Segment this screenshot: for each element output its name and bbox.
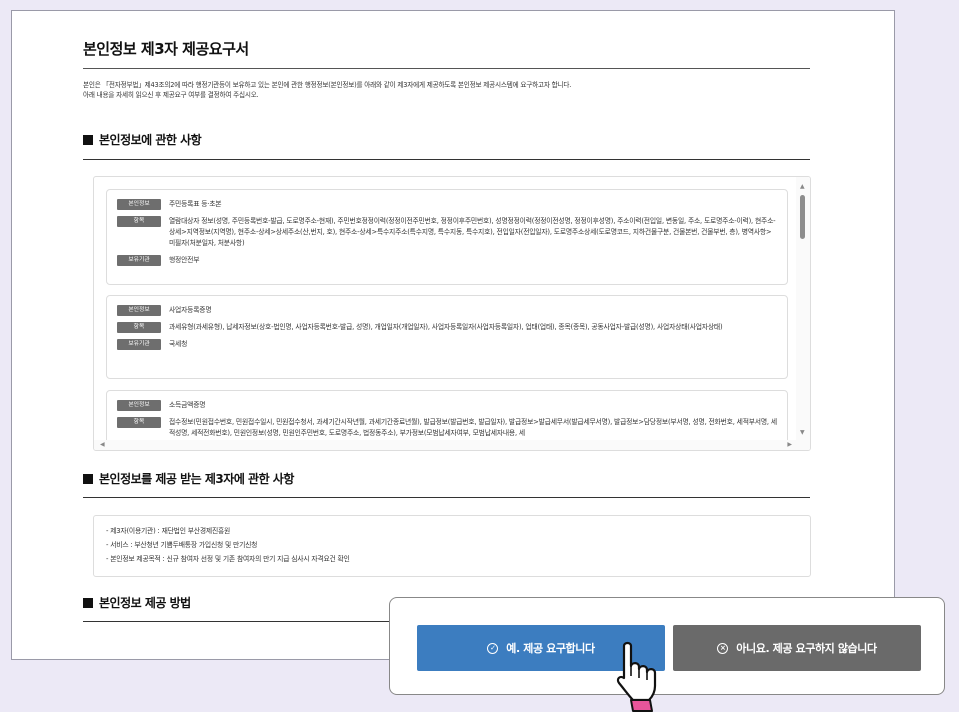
card-holder: 행정안전부 (169, 256, 200, 264)
card-items: 열람대상자 정보(성명, 주민등록번호-발급, 도로명주소-현재), 주민번호정… (169, 217, 776, 247)
card-holder: 국세청 (169, 340, 188, 348)
scroll-down-arrow-icon[interactable]: ▼ (800, 429, 805, 436)
tag-items: 항목 (117, 417, 161, 428)
consent-no-button[interactable]: × 아니요. 제공 요구하지 않습니다 (673, 625, 921, 671)
card-items: 접수정보(민원접수번호, 민원접수일시, 민원접수청서, 과세기간시작년월, 과… (169, 418, 777, 437)
vertical-scrollbar[interactable]: ▲ ▼ (796, 177, 810, 450)
scroll-right-arrow-icon[interactable]: ▶ (787, 441, 792, 448)
info-card: 본인정보 주민등록표 등·초본 항목 열람대상자 정보(성명, 주민등록번호-발… (106, 189, 788, 285)
card-row-items: 항목 접수정보(민원접수번호, 민원접수일시, 민원접수청서, 과세기간시작년월… (117, 417, 777, 439)
tag-info: 본인정보 (117, 199, 161, 210)
tag-holder: 보유기관 (117, 255, 161, 266)
card-row-name: 본인정보 소득금액증명 (117, 400, 777, 411)
card-row-name: 본인정보 사업자등록증명 (117, 305, 777, 316)
third-party-line: - 서비스 : 부산청년 기쁨두배통장 가입신청 및 만기신청 (106, 541, 258, 549)
horizontal-scrollbar[interactable]: ◀ ▶ (94, 440, 798, 450)
x-circle-icon: × (717, 642, 729, 654)
card-row-holder: 보유기관 국세청 (117, 339, 777, 350)
third-party-line: - 본인정보 제공목적 : 신규 참여자 선정 및 기존 참여자의 만기 지급 … (106, 555, 350, 563)
scrollbar-thumb[interactable] (800, 195, 805, 239)
card-row-name: 본인정보 주민등록표 등·초본 (117, 199, 777, 210)
tag-items: 항목 (117, 216, 161, 227)
section-heading-third-party: 본인정보를 제공 받는 제3자에 관한 사항 (83, 470, 294, 487)
third-party-line: - 제3자(이용기관) : 재단법인 부산경제진흥원 (106, 527, 231, 535)
section-title: 본인정보를 제공 받는 제3자에 관한 사항 (99, 472, 294, 486)
intro-text: 본인은 「전자정부법」제43조의2에 따라 행정기관등이 보유하고 있는 본인에… (83, 80, 810, 100)
section-divider (83, 621, 393, 622)
tag-info: 본인정보 (117, 305, 161, 316)
card-row-items: 항목 과세유형(과세유형), 납세자정보(상호-법인명, 사업자등록번호-발급,… (117, 322, 777, 333)
section-heading-info: 본인정보에 관한 사항 (83, 131, 202, 148)
info-card: 본인정보 사업자등록증명 항목 과세유형(과세유형), 납세자정보(상호-법인명… (106, 295, 788, 379)
card-row-items: 항목 열람대상자 정보(성명, 주민등록번호-발급, 도로명주소-현재), 주민… (117, 216, 777, 249)
third-party-info-box: - 제3자(이용기관) : 재단법인 부산경제진흥원 - 서비스 : 부산청년 … (93, 515, 811, 577)
tag-items: 항목 (117, 322, 161, 333)
check-circle-icon: ✓ (487, 642, 499, 654)
card-row-holder: 보유기관 행정안전부 (117, 255, 777, 266)
page-title: 본인정보 제3자 제공요구서 (83, 40, 249, 58)
card-name: 사업자등록증명 (169, 306, 212, 314)
scroll-up-arrow-icon[interactable]: ▲ (800, 183, 805, 190)
section-divider (83, 497, 810, 498)
tag-info: 본인정보 (117, 400, 161, 411)
intro-line-2: 아래 내용을 자세히 읽으신 후 제공요구 여부를 결정하여 주십시오. (83, 91, 259, 99)
info-scroll-panel[interactable]: 본인정보 주민등록표 등·초본 항목 열람대상자 정보(성명, 주민등록번호-발… (93, 176, 811, 451)
section-heading-method: 본인정보 제공 방법 (83, 594, 191, 611)
pointing-hand-cursor-icon (616, 641, 657, 712)
square-bullet-icon (83, 473, 93, 484)
card-name: 주민등록표 등·초본 (169, 200, 222, 208)
section-title: 본인정보 제공 방법 (99, 596, 191, 610)
title-divider (83, 68, 810, 69)
section-title: 본인정보에 관한 사항 (99, 133, 202, 147)
intro-line-1: 본인은 「전자정부법」제43조의2에 따라 행정기관등이 보유하고 있는 본인에… (83, 81, 572, 89)
yes-label: 예. 제공 요구합니다 (506, 642, 595, 655)
square-bullet-icon (83, 597, 93, 608)
card-name: 소득금액증명 (169, 401, 206, 409)
tag-holder: 보유기관 (117, 339, 161, 350)
square-bullet-icon (83, 134, 93, 145)
card-items: 과세유형(과세유형), 납세자정보(상호-법인명, 사업자등록번호-발급, 성명… (169, 323, 723, 331)
no-label: 아니요. 제공 요구하지 않습니다 (736, 642, 877, 655)
scroll-left-arrow-icon[interactable]: ◀ (100, 441, 105, 448)
section-divider (83, 159, 810, 160)
